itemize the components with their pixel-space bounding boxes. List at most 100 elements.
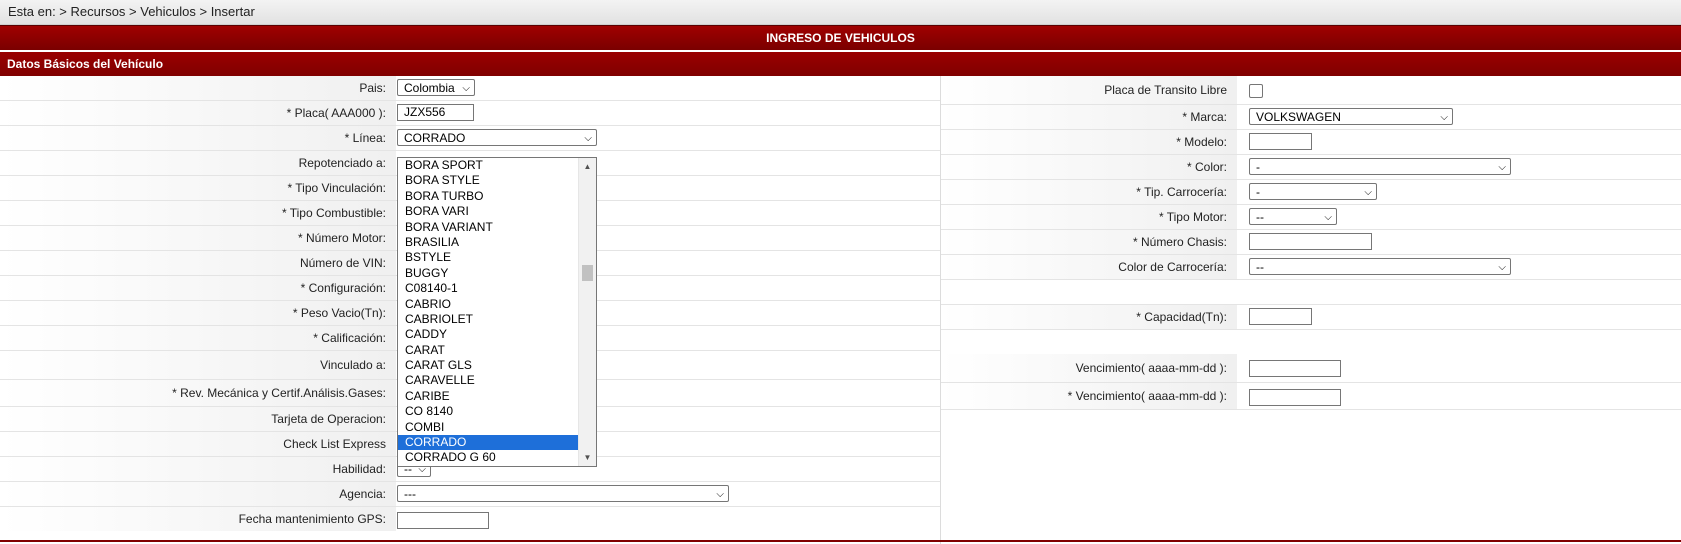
label-agencia: Agencia: — [0, 482, 396, 506]
label-tip-carroceria: * Tip. Carrocería: — [941, 180, 1237, 204]
pais-select[interactable]: Colombia ⌵ — [397, 79, 475, 96]
color-carroceria-select[interactable]: -- ⌵ — [1249, 258, 1511, 275]
row-empty-1 — [941, 280, 1681, 305]
linea-option[interactable]: BSTYLE — [398, 250, 581, 265]
tip-carroceria-select[interactable]: - ⌵ — [1249, 183, 1377, 200]
linea-option[interactable]: BORA SPORT — [398, 158, 581, 173]
scroll-up-icon[interactable]: ▲ — [579, 158, 596, 175]
color-select[interactable]: - ⌵ — [1249, 158, 1511, 175]
page-title: INGRESO DE VEHICULOS — [0, 25, 1681, 50]
label-numero-motor: * Número Motor: — [0, 226, 396, 250]
label-tipo-motor: * Tipo Motor: — [941, 205, 1237, 229]
label-marca: * Marca: — [941, 105, 1237, 129]
linea-option[interactable]: CO 8140 — [398, 404, 581, 419]
linea-value: CORRADO — [404, 131, 466, 145]
linea-option[interactable]: CARAT GLS — [398, 358, 581, 373]
label-tarjeta-operacion: Tarjeta de Operacion: — [0, 407, 396, 431]
linea-option[interactable]: BUGGY — [398, 266, 581, 281]
linea-option[interactable]: CABRIO — [398, 297, 581, 312]
chevron-down-icon: ⌵ — [716, 489, 724, 500]
row-pais: Pais: Colombia ⌵ — [0, 76, 940, 101]
linea-option[interactable]: BORA STYLE — [398, 173, 581, 188]
marca-select[interactable]: VOLKSWAGEN ⌵ — [1249, 108, 1453, 125]
label-vencimiento-2: * Vencimiento( aaaa-mm-dd ): — [941, 383, 1237, 409]
marca-value: VOLKSWAGEN — [1256, 110, 1341, 124]
row-marca: * Marca: VOLKSWAGEN ⌵ — [941, 105, 1681, 130]
label-tipo-combustible: * Tipo Combustible: — [0, 201, 396, 225]
row-agencia: Agencia: --- ⌵ — [0, 482, 940, 507]
label-vencimiento-1: Vencimiento( aaaa-mm-dd ): — [941, 354, 1237, 382]
vencimiento-2-input[interactable] — [1249, 389, 1341, 406]
row-empty-2 — [941, 330, 1681, 354]
label-tipo-vinculacion: * Tipo Vinculación: — [0, 176, 396, 200]
tipo-motor-select[interactable]: -- ⌵ — [1249, 208, 1337, 225]
label-pais: Pais: — [0, 76, 396, 100]
linea-option[interactable]: C08140-1 — [398, 281, 581, 296]
numero-chasis-input[interactable] — [1249, 233, 1372, 250]
chevron-down-icon: ⌵ — [584, 133, 592, 144]
linea-options: BORA SPORT BORA STYLE BORA TURBO BORA VARI B… — [398, 158, 581, 466]
section-title: Datos Básicos del Vehículo — [0, 50, 1681, 76]
chevron-down-icon: ⌵ — [1440, 112, 1448, 123]
row-color-carroceria: Color de Carrocería: -- ⌵ — [941, 255, 1681, 280]
tip-carroceria-value: - — [1256, 185, 1260, 199]
linea-select[interactable]: CORRADO ⌵ — [397, 129, 597, 146]
row-tipo-motor: * Tipo Motor: -- ⌵ — [941, 205, 1681, 230]
label-vinculado: Vinculado a: — [0, 351, 396, 379]
modelo-input[interactable] — [1249, 133, 1312, 150]
fecha-gps-input[interactable] — [397, 512, 489, 529]
row-vencimiento-1: Vencimiento( aaaa-mm-dd ): — [941, 354, 1681, 383]
linea-dropdown-list[interactable]: BORA SPORT BORA STYLE BORA TURBO BORA VARI B… — [397, 157, 597, 467]
row-vencimiento-2: * Vencimiento( aaaa-mm-dd ): — [941, 383, 1681, 410]
color-value: - — [1256, 160, 1260, 174]
vencimiento-1-input[interactable] — [1249, 360, 1341, 377]
label-calificacion: * Calificación: — [0, 326, 396, 350]
linea-option[interactable]: COMBI — [398, 420, 581, 435]
tipo-motor-value: -- — [1256, 210, 1264, 224]
placa-input[interactable]: JZX556 — [397, 104, 474, 121]
row-modelo: * Modelo: — [941, 130, 1681, 155]
chevron-down-icon: ⌵ — [462, 83, 470, 94]
chevron-down-icon: ⌵ — [1498, 162, 1506, 173]
linea-option[interactable]: CARAVELLE — [398, 373, 581, 388]
linea-option[interactable]: CARIBE — [398, 389, 581, 404]
pais-value: Colombia — [404, 81, 455, 95]
capacidad-input[interactable] — [1249, 308, 1312, 325]
label-configuracion: * Configuración: — [0, 276, 396, 300]
row-linea: * Línea: CORRADO ⌵ — [0, 126, 940, 151]
placa-transito-checkbox[interactable] — [1249, 84, 1263, 98]
scrollbar-thumb[interactable] — [582, 265, 593, 281]
right-column: Placa de Transito Libre * Marca: VOLKSWA… — [941, 76, 1681, 410]
color-carroceria-value: -- — [1256, 260, 1264, 274]
linea-option[interactable]: BORA VARIANT — [398, 220, 581, 235]
linea-option[interactable]: BORA VARI — [398, 204, 581, 219]
scroll-down-icon[interactable]: ▼ — [579, 449, 596, 466]
row-placa: * Placa( AAA000 ): JZX556 — [0, 101, 940, 126]
row-numero-chasis: * Número Chasis: — [941, 230, 1681, 255]
breadcrumb: Esta en: > Recursos > Vehiculos > Insert… — [0, 0, 1681, 25]
label-habilidad: Habilidad: — [0, 457, 396, 481]
linea-option[interactable]: CADDY — [398, 327, 581, 342]
chevron-down-icon: ⌵ — [1364, 187, 1372, 198]
label-check-list: Check List Express — [0, 432, 396, 456]
label-color-carroceria: Color de Carrocería: — [941, 255, 1237, 279]
linea-option[interactable]: CABRIOLET — [398, 312, 581, 327]
linea-option[interactable]: BORA TURBO — [398, 189, 581, 204]
agencia-select[interactable]: --- ⌵ — [397, 485, 729, 502]
label-linea: * Línea: — [0, 126, 396, 150]
label-modelo: * Modelo: — [941, 130, 1237, 154]
linea-option[interactable]: CORRADO — [398, 435, 581, 451]
label-repotenciado: Repotenciado a: — [0, 151, 396, 175]
linea-option[interactable]: CORRADO G 60 — [398, 450, 581, 465]
linea-option[interactable]: BRASILIA — [398, 235, 581, 250]
row-placa-transito: Placa de Transito Libre — [941, 76, 1681, 105]
dropdown-scrollbar[interactable]: ▲ ▼ — [578, 158, 596, 466]
label-peso-vacio: * Peso Vacio(Tn): — [0, 301, 396, 325]
label-capacidad: * Capacidad(Tn): — [941, 305, 1237, 329]
label-placa-transito: Placa de Transito Libre — [941, 76, 1237, 104]
row-fecha-gps: Fecha mantenimiento GPS: — [0, 507, 940, 531]
label-rev-mecanica: * Rev. Mecánica y Certif.Análisis.Gases: — [0, 380, 396, 406]
label-numero-chasis: * Número Chasis: — [941, 230, 1237, 254]
label-numero-vin: Número de VIN: — [0, 251, 396, 275]
linea-option[interactable]: CARAT — [398, 343, 581, 358]
